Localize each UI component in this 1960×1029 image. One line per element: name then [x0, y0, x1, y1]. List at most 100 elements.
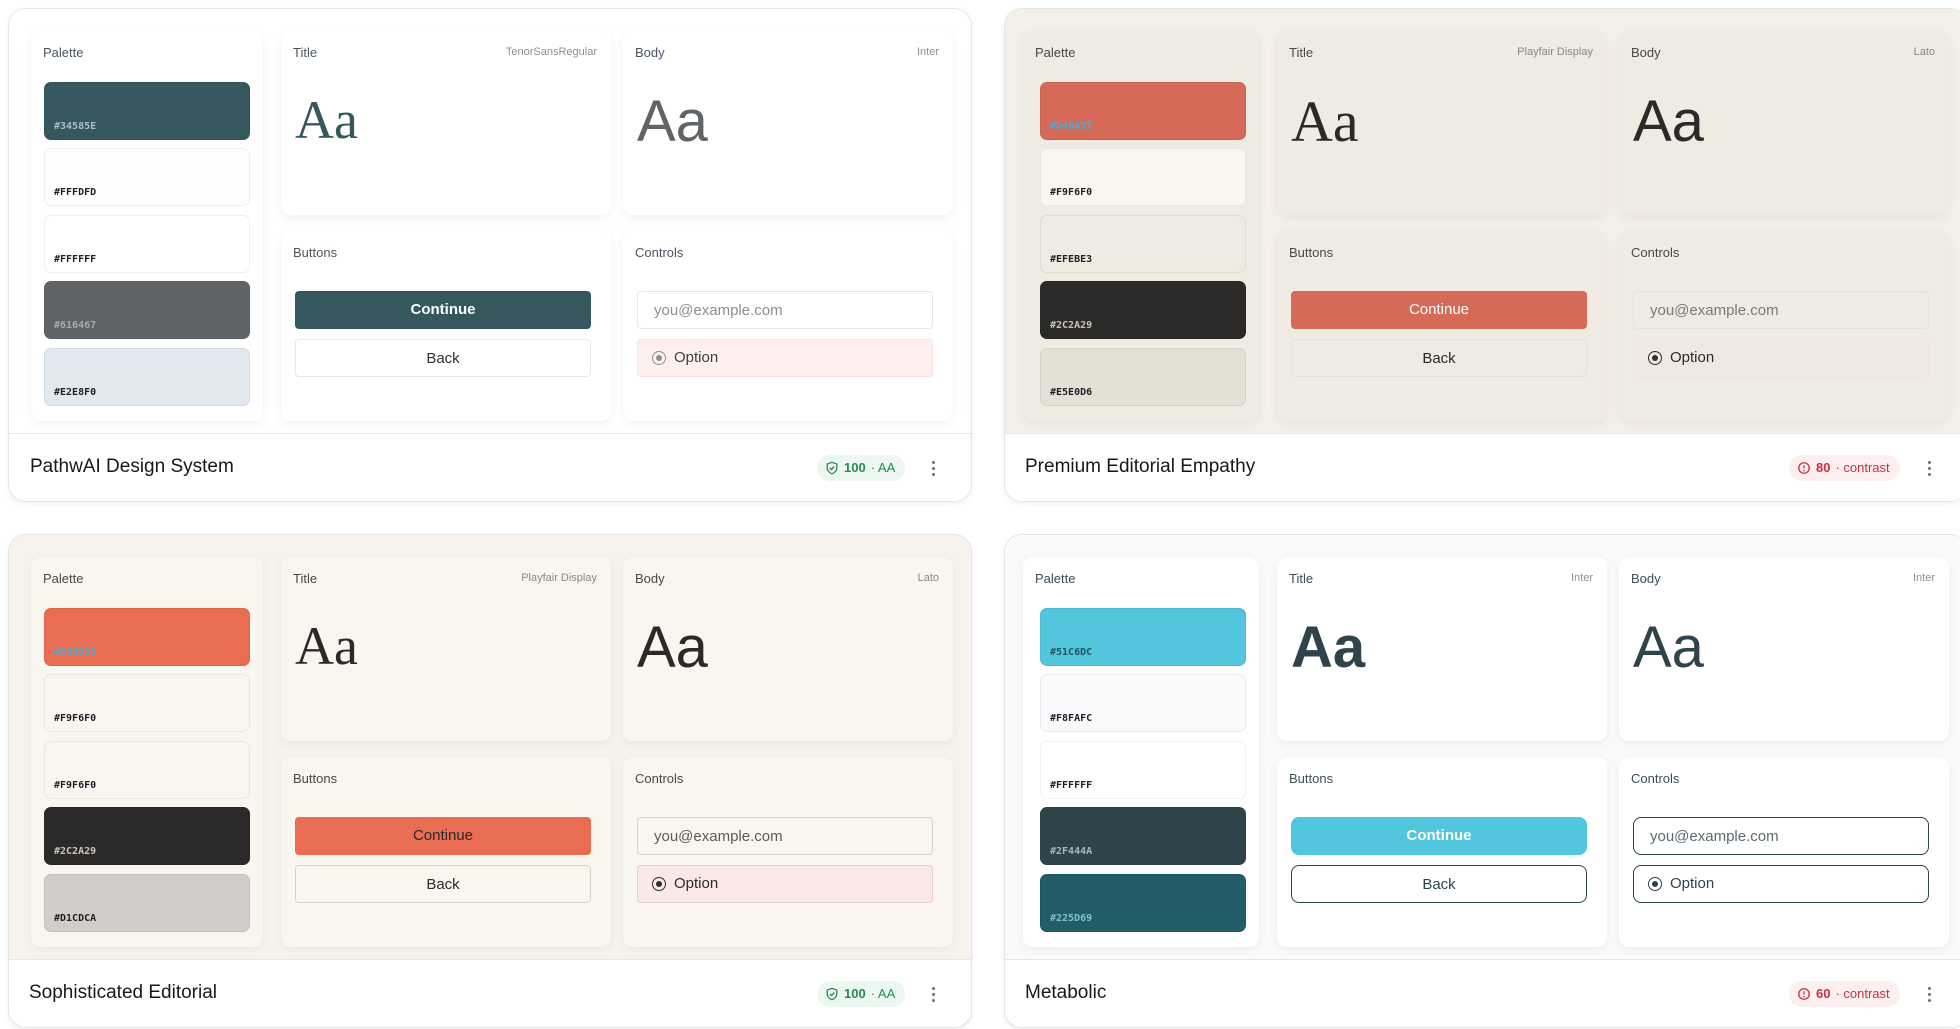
controls-label: Controls [1631, 771, 1680, 786]
radio-button[interactable] [1648, 351, 1662, 365]
title-font-name: Playfair Display [1517, 46, 1593, 58]
color-swatch[interactable]: #FFFDFD [44, 148, 250, 206]
design-system-card[interactable]: Palette #51C6DC #F8FAFC #FFFFFF #2F444A … [1004, 534, 1960, 1028]
radio-option-label: Option [674, 875, 719, 892]
color-swatch[interactable]: #2C2A29 [1040, 281, 1246, 339]
radio-option[interactable]: Option [1633, 339, 1929, 377]
design-system-card[interactable]: Palette #34585E #FFFDFD #FFFFFF #616467 … [8, 8, 972, 502]
score-badge: 60 · contrast [1789, 981, 1900, 1007]
title-label: Title [1289, 45, 1314, 60]
continue-button[interactable]: Continue [295, 817, 591, 855]
shield-check-icon [826, 987, 838, 1001]
design-system-name: Metabolic [1025, 982, 1107, 1003]
design-system-card[interactable]: Palette #D46A57 #F9F6F0 #EFEBE3 #2C2A29 … [1004, 8, 1960, 502]
email-input[interactable]: you@example.com [637, 817, 933, 855]
color-swatch[interactable]: #E2E8F0 [44, 348, 250, 406]
score-badge: 100 · AA [817, 455, 906, 481]
title-sample: Aa [1291, 89, 1359, 154]
controls-label: Controls [635, 771, 684, 786]
body-font-panel: Body Inter Aa [623, 31, 953, 215]
continue-button[interactable]: Continue [1291, 291, 1587, 329]
palette-label: Palette [43, 571, 84, 586]
controls-panel: Controls you@example.com Option [1619, 757, 1949, 947]
more-options-icon[interactable] [1919, 982, 1939, 1006]
score-value: 100 [844, 986, 866, 1001]
shield-check-icon [826, 461, 838, 475]
score-value: 80 [1816, 460, 1831, 475]
continue-button[interactable]: Continue [1291, 817, 1587, 855]
body-sample: Aa [637, 89, 708, 154]
design-system-card[interactable]: Palette #E86D53 #F9F6F0 #F9F6F0 #2C2A29 … [8, 534, 972, 1028]
score-label: · contrast [1835, 986, 1890, 1001]
back-button[interactable]: Back [295, 865, 591, 903]
buttons-panel: Buttons Continue Back [281, 231, 611, 421]
body-font-panel: Body Lato Aa [1619, 31, 1949, 215]
color-swatch[interactable]: #F9F6F0 [1040, 148, 1246, 206]
body-font-name: Inter [1912, 572, 1935, 584]
color-swatch[interactable]: #225D69 [1040, 874, 1246, 932]
title-font-panel: Title Inter Aa [1277, 557, 1607, 741]
color-swatch[interactable]: #F8FAFC [1040, 674, 1246, 732]
title-font-name: Inter [1570, 572, 1593, 584]
color-swatch[interactable]: #FFFFFF [44, 215, 250, 273]
controls-panel: Controls you@example.com Option [1619, 231, 1949, 421]
radio-option-label: Option [1670, 875, 1715, 892]
color-swatch[interactable]: #E86D53 [44, 608, 250, 666]
color-swatch[interactable]: #E5E0D6 [1040, 348, 1246, 406]
color-swatch[interactable]: #FFFFFF [1040, 741, 1246, 799]
score-badge: 100 · AA [817, 981, 906, 1007]
body-label: Body [1631, 45, 1661, 60]
controls-panel: Controls you@example.com Option [623, 757, 953, 947]
card-preview: Palette #E86D53 #F9F6F0 #F9F6F0 #2C2A29 … [9, 535, 971, 961]
more-options-icon[interactable] [923, 982, 943, 1006]
back-button[interactable]: Back [295, 339, 591, 377]
radio-button[interactable] [1648, 877, 1662, 891]
email-input[interactable]: you@example.com [637, 291, 933, 329]
alert-circle-icon [1798, 462, 1810, 474]
title-font-panel: Title TenorSansRegular Aa [281, 31, 611, 215]
continue-button[interactable]: Continue [295, 291, 591, 329]
back-button[interactable]: Back [1291, 865, 1587, 903]
color-swatch[interactable]: #616467 [44, 281, 250, 339]
radio-option[interactable]: Option [637, 865, 933, 903]
radio-option-label: Option [1670, 349, 1715, 366]
controls-label: Controls [635, 245, 684, 260]
design-system-name: Sophisticated Editorial [29, 982, 217, 1003]
radio-option[interactable]: Option [1633, 865, 1929, 903]
buttons-label: Buttons [293, 245, 338, 260]
back-button[interactable]: Back [1291, 339, 1587, 377]
palette-panel: Palette #D46A57 #F9F6F0 #EFEBE3 #2C2A29 … [1023, 31, 1259, 421]
card-preview: Palette #D46A57 #F9F6F0 #EFEBE3 #2C2A29 … [1005, 9, 1960, 435]
radio-button[interactable] [652, 877, 666, 891]
controls-panel: Controls you@example.com Option [623, 231, 953, 421]
radio-button[interactable] [652, 351, 666, 365]
buttons-panel: Buttons Continue Back [1277, 757, 1607, 947]
score-value: 100 [844, 460, 866, 475]
score-label: · AA [870, 986, 896, 1001]
buttons-label: Buttons [1289, 245, 1334, 260]
body-sample: Aa [1633, 615, 1704, 680]
buttons-panel: Buttons Continue Back [1277, 231, 1607, 421]
email-input[interactable]: you@example.com [1633, 291, 1929, 329]
alert-circle-icon [1798, 988, 1810, 1000]
body-label: Body [635, 45, 665, 60]
color-swatch[interactable]: #D1CDCA [44, 874, 250, 932]
radio-option[interactable]: Option [637, 339, 933, 377]
color-swatch[interactable]: #2F444A [1040, 807, 1246, 865]
color-swatch[interactable]: #34585E [44, 82, 250, 140]
color-swatch[interactable]: #D46A57 [1040, 82, 1246, 140]
more-options-icon[interactable] [1919, 456, 1939, 480]
more-options-icon[interactable] [923, 456, 943, 480]
palette-label: Palette [43, 45, 84, 60]
title-font-name: TenorSansRegular [505, 46, 597, 58]
color-swatch[interactable]: #F9F6F0 [44, 741, 250, 799]
card-preview: Palette #51C6DC #F8FAFC #FFFFFF #2F444A … [1005, 535, 1960, 961]
color-swatch[interactable]: #F9F6F0 [44, 674, 250, 732]
email-input[interactable]: you@example.com [1633, 817, 1929, 855]
title-sample: Aa [1291, 615, 1366, 680]
color-swatch[interactable]: #51C6DC [1040, 608, 1246, 666]
buttons-label: Buttons [293, 771, 338, 786]
card-preview: Palette #34585E #FFFDFD #FFFFFF #616467 … [9, 9, 971, 435]
color-swatch[interactable]: #2C2A29 [44, 807, 250, 865]
color-swatch[interactable]: #EFEBE3 [1040, 215, 1246, 273]
